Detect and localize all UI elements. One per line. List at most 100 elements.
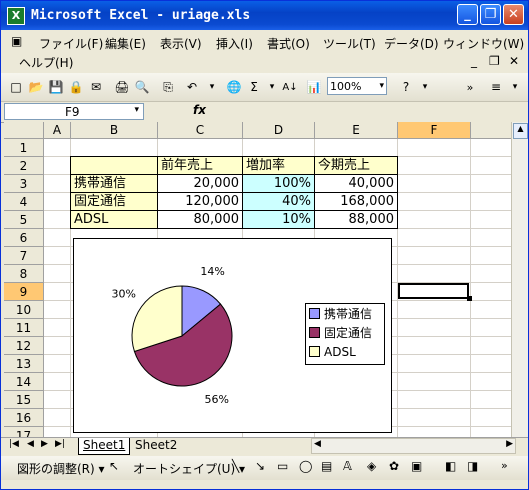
row-header-8[interactable]: 8: [4, 265, 44, 283]
fill-handle[interactable]: [467, 296, 472, 301]
column-header-f[interactable]: F: [398, 122, 471, 139]
row-header-2[interactable]: 2: [4, 157, 44, 175]
zoom-select[interactable]: 100% ▾: [327, 77, 387, 95]
restore-button[interactable]: ❐: [480, 4, 501, 25]
row-header-14[interactable]: 14: [4, 373, 44, 391]
tab-first-icon[interactable]: |◀: [9, 439, 19, 449]
cell-d2[interactable]: 増加率: [242, 156, 315, 175]
align-dropdown-icon[interactable]: ▾: [506, 78, 524, 96]
new-icon[interactable]: □: [7, 78, 25, 96]
picture-icon[interactable]: ▣: [411, 459, 422, 473]
column-header-d[interactable]: D: [243, 122, 315, 139]
align-icon[interactable]: ≡: [487, 78, 505, 96]
toolbar-options-icon[interactable]: »: [461, 78, 479, 96]
column-header-e[interactable]: E: [315, 122, 398, 139]
chart-wizard-icon[interactable]: 📊: [305, 78, 323, 96]
row-header-13[interactable]: 13: [4, 355, 44, 373]
cell-d5[interactable]: 10%: [242, 210, 315, 229]
scroll-up-icon[interactable]: ▲: [513, 123, 528, 139]
horizontal-scrollbar[interactable]: ◀ ▶: [311, 438, 516, 454]
cell-b4[interactable]: 固定通信: [70, 192, 158, 211]
menu-data[interactable]: データ(D): [384, 35, 439, 52]
undo-dropdown-icon[interactable]: ▾: [203, 78, 221, 96]
wordart-icon[interactable]: 𝔸: [343, 459, 352, 473]
row-header-15[interactable]: 15: [4, 391, 44, 409]
cell-d4[interactable]: 40%: [242, 192, 315, 211]
column-header-b[interactable]: B: [71, 122, 158, 139]
cell-c4[interactable]: 120,000: [157, 192, 243, 211]
tab-prev-icon[interactable]: ◀: [27, 439, 34, 449]
hyperlink-icon[interactable]: 🌐: [225, 78, 243, 96]
column-header-a[interactable]: A: [44, 122, 71, 139]
oval-icon[interactable]: ◯: [299, 459, 312, 473]
menu-tools[interactable]: ツール(T): [323, 35, 376, 52]
doc-restore-icon[interactable]: ❐: [489, 54, 500, 68]
doc-close-icon[interactable]: ✕: [509, 54, 519, 68]
permission-icon[interactable]: 🔒: [67, 78, 85, 96]
row-header-1[interactable]: 1: [4, 139, 44, 157]
3d-icon[interactable]: ◨: [467, 459, 478, 473]
save-icon[interactable]: 💾: [47, 78, 65, 96]
close-button[interactable]: ✕: [503, 4, 524, 25]
row-header-7[interactable]: 7: [4, 247, 44, 265]
row-header-4[interactable]: 4: [4, 193, 44, 211]
help-dropdown-icon[interactable]: ▾: [416, 78, 434, 96]
drawbar-options-icon[interactable]: »: [501, 459, 508, 472]
cell-b3[interactable]: 携帯通信: [70, 174, 158, 193]
help-icon[interactable]: ?: [397, 78, 415, 96]
rectangle-icon[interactable]: ▭: [277, 459, 288, 473]
row-header-17[interactable]: 17: [4, 427, 44, 437]
row-header-10[interactable]: 10: [4, 301, 44, 319]
active-cell-f9[interactable]: [398, 283, 469, 299]
autosum-icon[interactable]: Σ: [245, 78, 263, 96]
sort-ascending-icon[interactable]: A↓: [281, 78, 299, 96]
row-header-11[interactable]: 11: [4, 319, 44, 337]
menu-insert[interactable]: 挿入(I): [216, 35, 253, 52]
clipart-icon[interactable]: ✿: [389, 459, 399, 473]
column-header-c[interactable]: C: [158, 122, 243, 139]
pie-chart[interactable]: 14% 56% 30% 携帯通信 固定通信 ADSL: [73, 238, 392, 433]
tab-next-icon[interactable]: ▶: [41, 439, 48, 449]
cell-e2[interactable]: 今期売上: [314, 156, 398, 175]
shadow-icon[interactable]: ◧: [445, 459, 456, 473]
open-icon[interactable]: 📂: [27, 78, 45, 96]
doc-icon[interactable]: ▣: [11, 34, 22, 48]
minimize-button[interactable]: _: [457, 4, 478, 25]
cell-d3[interactable]: 100%: [242, 174, 315, 193]
tab-last-icon[interactable]: ▶|: [55, 439, 65, 449]
doc-minimize-icon[interactable]: _: [471, 54, 477, 68]
vertical-scrollbar[interactable]: ▲: [511, 122, 528, 437]
print-preview-icon[interactable]: 🔍: [133, 78, 151, 96]
row-header-12[interactable]: 12: [4, 337, 44, 355]
menu-help[interactable]: ヘルプ(H): [19, 54, 73, 71]
cell-c2[interactable]: 前年売上: [157, 156, 243, 175]
autoshape-menu[interactable]: オートシェイプ(U) ▾: [133, 460, 245, 477]
function-icon[interactable]: fx: [193, 103, 206, 117]
scroll-left-icon[interactable]: ◀: [314, 439, 321, 449]
menu-edit[interactable]: 編集(E): [105, 35, 146, 52]
select-all-corner[interactable]: [4, 122, 44, 139]
menu-file[interactable]: ファイル(F): [39, 35, 103, 52]
cell-e5[interactable]: 88,000: [314, 210, 398, 229]
scroll-right-icon[interactable]: ▶: [506, 439, 513, 449]
menu-window[interactable]: ウィンドウ(W): [443, 35, 524, 52]
cell-e3[interactable]: 40,000: [314, 174, 398, 193]
undo-icon[interactable]: ↶: [183, 78, 201, 96]
row-header-3[interactable]: 3: [4, 175, 44, 193]
mail-icon[interactable]: ✉: [87, 78, 105, 96]
tab-sheet1[interactable]: Sheet1: [78, 438, 131, 455]
draw-adjust-menu[interactable]: 図形の調整(R) ▾: [17, 460, 105, 477]
select-objects-icon[interactable]: ↖: [109, 459, 119, 473]
row-header-6[interactable]: 6: [4, 229, 44, 247]
tab-sheet2[interactable]: Sheet2: [131, 438, 181, 454]
arrow-icon[interactable]: ↘: [255, 459, 265, 473]
cell-e4[interactable]: 168,000: [314, 192, 398, 211]
row-header-9[interactable]: 9: [4, 283, 44, 301]
textbox-icon[interactable]: ▤: [321, 459, 332, 473]
print-icon[interactable]: 🖨: [113, 78, 131, 96]
row-header-16[interactable]: 16: [4, 409, 44, 427]
autosum-dropdown-icon[interactable]: ▾: [263, 78, 281, 96]
menu-view[interactable]: 表示(V): [160, 35, 202, 52]
cell-b2[interactable]: [70, 156, 158, 175]
diagram-icon[interactable]: ◈: [367, 459, 376, 473]
